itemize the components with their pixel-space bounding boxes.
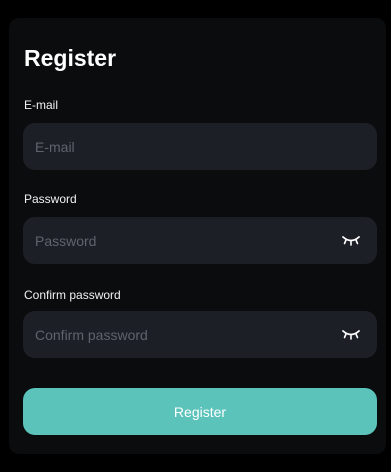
eye-closed-icon[interactable] [341, 327, 361, 341]
register-button[interactable]: Register [23, 388, 377, 435]
email-field-container [23, 123, 377, 170]
password-field[interactable] [23, 217, 377, 264]
confirm-password-field[interactable] [23, 311, 377, 358]
page-title: Register [24, 45, 117, 71]
eye-closed-icon[interactable] [341, 233, 361, 247]
confirm-password-label: Confirm password [24, 288, 121, 302]
email-field[interactable] [23, 123, 377, 170]
confirm-password-field-container [23, 311, 377, 358]
password-field-container [23, 217, 377, 264]
email-label: E-mail [24, 98, 59, 112]
password-label: Password [24, 192, 77, 206]
